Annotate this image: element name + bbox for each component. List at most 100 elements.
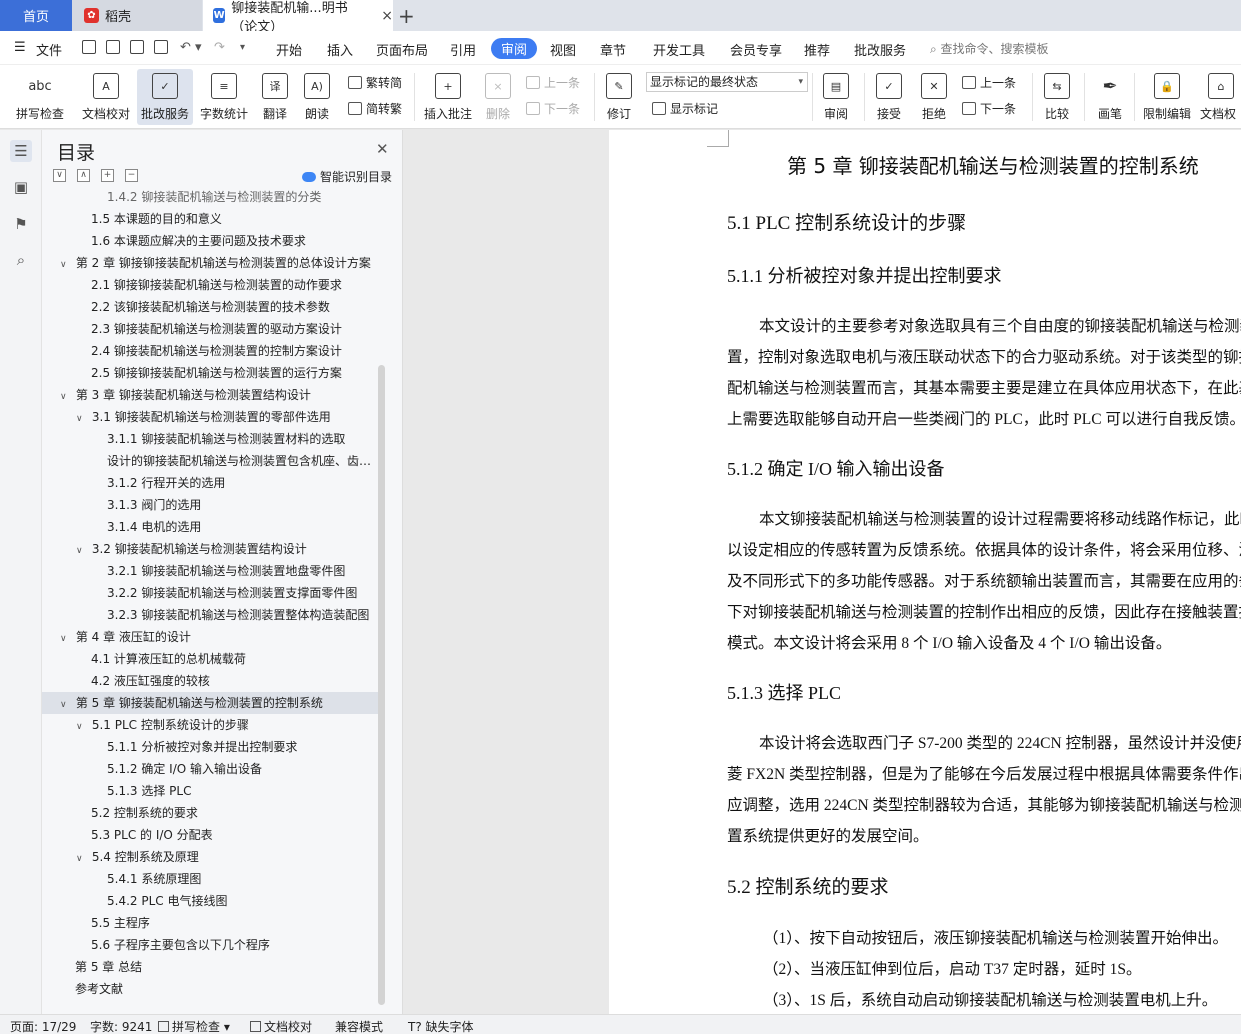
- tab-daoke[interactable]: ✿ 稻壳: [72, 0, 202, 31]
- toc-item[interactable]: 5.5 主程序: [42, 912, 378, 934]
- toc-item-selected[interactable]: ∨ 第 5 章 铆接装配机输送与检测装置的控制系统: [42, 692, 378, 714]
- insert-comment-button[interactable]: + 插入批注: [422, 69, 474, 125]
- toc-nav-icon[interactable]: ☰: [10, 140, 32, 162]
- toc-item[interactable]: ∨ 第 4 章 液压缸的设计: [42, 626, 378, 648]
- reject-button[interactable]: ✕ 拒绝: [915, 69, 953, 125]
- toc-item[interactable]: 3.1.4 电机的选用: [42, 516, 378, 538]
- menu-recommend[interactable]: 推荐: [804, 40, 830, 59]
- menu-references[interactable]: 引用: [450, 40, 476, 59]
- toc-item[interactable]: ∨ 3.2 铆接装配机输送与检测装置结构设计: [42, 538, 378, 560]
- menu-chapter[interactable]: 章节: [600, 40, 626, 59]
- toc-item[interactable]: 5.1.2 确定 I/O 输入输出设备: [42, 758, 378, 780]
- bookmark-icon[interactable]: ⚑: [10, 213, 32, 235]
- toc-item[interactable]: 1.6 本课题应解决的主要问题及技术要求: [42, 230, 378, 252]
- toc-item[interactable]: ∨ 5.1 PLC 控制系统设计的步骤: [42, 714, 378, 736]
- toc-item[interactable]: 5.1.1 分析被控对象并提出控制要求: [42, 736, 378, 758]
- delete-comment-button[interactable]: × 删除: [480, 69, 516, 125]
- pen-button[interactable]: ✒ 画笔: [1092, 69, 1128, 125]
- chevron-down-icon[interactable]: ∨: [60, 386, 72, 406]
- chevron-down-icon[interactable]: ∨: [60, 254, 72, 274]
- undo-icon[interactable]: ↶ ▾: [180, 40, 202, 55]
- markup-mode-select[interactable]: 显示标记的最终状态 ▾: [646, 72, 808, 92]
- tab-document[interactable]: W 铆接装配机输...明书（论文） ×: [203, 0, 393, 35]
- toc-item[interactable]: 第 5 章 总结: [42, 956, 378, 978]
- compare-button[interactable]: ⇆ 比较: [1038, 69, 1076, 125]
- menu-view[interactable]: 视图: [550, 40, 576, 59]
- trad-to-simp-button[interactable]: 繁转简: [348, 74, 402, 91]
- toc-item[interactable]: 参考文献: [42, 978, 378, 1000]
- menu-developer[interactable]: 开发工具: [653, 40, 705, 59]
- read-aloud-button[interactable]: A) 朗读: [299, 69, 335, 125]
- document-page[interactable]: 第 5 章 铆接装配机输送与检测装置的控制系统 5.1 PLC 控制系统设计的步…: [609, 130, 1241, 1014]
- restrict-edit-button[interactable]: 🔒 限制编辑: [1140, 69, 1194, 125]
- word-count-indicator[interactable]: 字数: 9241: [90, 1018, 152, 1034]
- prev-comment-button[interactable]: 上一条: [526, 74, 580, 91]
- toc-item[interactable]: 3.1.1 铆接装配机输送与检测装置材料的选取: [42, 428, 378, 450]
- command-search[interactable]: ⌕ 查找命令、搜索模板: [930, 40, 1049, 57]
- toc-item[interactable]: 5.4.2 PLC 电气接线图: [42, 890, 378, 912]
- collapse-all-icon[interactable]: ∨: [53, 169, 66, 182]
- missing-font-status[interactable]: T? 缺失字体: [408, 1018, 474, 1034]
- chapter-nav-icon[interactable]: ▣: [10, 176, 32, 198]
- toc-item[interactable]: 3.2.2 铆接装配机输送与检测装置支撑面零件图: [42, 582, 378, 604]
- toc-item[interactable]: 5.1.3 选择 PLC: [42, 780, 378, 802]
- menu-member[interactable]: 会员专享: [730, 40, 782, 59]
- menu-page-layout[interactable]: 页面布局: [376, 40, 428, 59]
- spellcheck-button[interactable]: abc 拼写检查: [8, 69, 72, 125]
- menu-correction-service[interactable]: 批改服务: [854, 40, 906, 59]
- review-pane-button[interactable]: ▤ 审阅: [818, 69, 854, 125]
- tab-home[interactable]: 首页: [0, 0, 72, 31]
- menu-insert[interactable]: 插入: [327, 40, 353, 59]
- correction-service-button[interactable]: ✓ 批改服务: [137, 69, 193, 125]
- chevron-down-icon[interactable]: ∨: [76, 848, 88, 868]
- toc-item[interactable]: 3.1.2 行程开关的选用: [42, 472, 378, 494]
- new-tab-button[interactable]: +: [398, 4, 415, 28]
- print-icon[interactable]: [130, 40, 144, 54]
- toc-item[interactable]: ∨ 第 2 章 铆接铆接装配机输送与检测装置的总体设计方案: [42, 252, 378, 274]
- menu-start[interactable]: 开始: [276, 40, 302, 59]
- word-count-button[interactable]: ≡ 字数统计: [197, 69, 251, 125]
- toc-item[interactable]: 1.5 本课题的目的和意义: [42, 208, 378, 230]
- menu-file[interactable]: 文件: [36, 40, 62, 59]
- next-comment-button[interactable]: 下一条: [526, 100, 580, 117]
- expand-up-icon[interactable]: ∧: [77, 169, 90, 182]
- doc-rights-button[interactable]: ⌂ 文档权: [1200, 69, 1241, 125]
- toc-item[interactable]: 2.4 铆接装配机输送与检测装置的控制方案设计: [42, 340, 378, 362]
- toc-item[interactable]: ∨ 5.4 控制系统及原理: [42, 846, 378, 868]
- track-changes-button[interactable]: ✎ 修订: [600, 69, 638, 125]
- page-indicator[interactable]: 页面: 17/29: [10, 1018, 76, 1034]
- toc-item[interactable]: 4.2 液压缸强度的较核: [42, 670, 378, 692]
- translate-button[interactable]: 译 翻译: [256, 69, 294, 125]
- chevron-down-icon[interactable]: ∨: [60, 694, 72, 714]
- spellcheck-status[interactable]: 拼写检查 ▾: [158, 1018, 230, 1034]
- toc-item[interactable]: 5.6 子程序主要包含以下几个程序: [42, 934, 378, 956]
- export-pdf-icon[interactable]: [106, 40, 120, 54]
- toc-scrollbar[interactable]: [378, 365, 385, 1005]
- toc-item[interactable]: 5.3 PLC 的 I/O 分配表: [42, 824, 378, 846]
- toc-item[interactable]: 设计的铆接装配机输送与检测装置包含机座、齿轮等零件: [42, 450, 378, 472]
- redo-icon[interactable]: ↷: [214, 40, 225, 55]
- show-markup-button[interactable]: 显示标记: [652, 100, 718, 117]
- toc-item[interactable]: ∨ 3.1 铆接装配机输送与检测装置的零部件选用: [42, 406, 378, 428]
- chevron-down-icon[interactable]: ∨: [76, 408, 88, 428]
- remove-heading-icon[interactable]: −: [125, 169, 138, 182]
- toc-item[interactable]: 1.4.2 铆接装配机输送与检测装置的分类: [42, 190, 378, 208]
- toc-item[interactable]: 3.1.3 阀门的选用: [42, 494, 378, 516]
- accept-button[interactable]: ✓ 接受: [870, 69, 908, 125]
- doc-proof-button[interactable]: A 文档校对: [78, 69, 134, 125]
- doc-proof-status[interactable]: 文档校对: [250, 1018, 312, 1034]
- prev-change-button[interactable]: 上一条: [962, 74, 1016, 91]
- add-heading-icon[interactable]: +: [101, 169, 114, 182]
- toc-item[interactable]: 2.2 该铆接装配机输送与检测装置的技术参数: [42, 296, 378, 318]
- toc-item[interactable]: 2.5 铆接铆接装配机输送与检测装置的运行方案: [42, 362, 378, 384]
- next-change-button[interactable]: 下一条: [962, 100, 1016, 117]
- toc-item[interactable]: 4.1 计算液压缸的总机械载荷: [42, 648, 378, 670]
- toc-item[interactable]: 2.3 铆接装配机输送与检测装置的驱动方案设计: [42, 318, 378, 340]
- print-preview-icon[interactable]: [154, 40, 168, 54]
- hamburger-icon[interactable]: ☰: [14, 40, 26, 55]
- simp-to-trad-button[interactable]: 简转繁: [348, 100, 402, 117]
- toc-item[interactable]: ∨ 第 3 章 铆接装配机输送与检测装置结构设计: [42, 384, 378, 406]
- close-tab-icon[interactable]: ×: [381, 8, 393, 24]
- chevron-down-icon[interactable]: ∨: [60, 628, 72, 648]
- chevron-down-icon[interactable]: ∨: [76, 716, 88, 736]
